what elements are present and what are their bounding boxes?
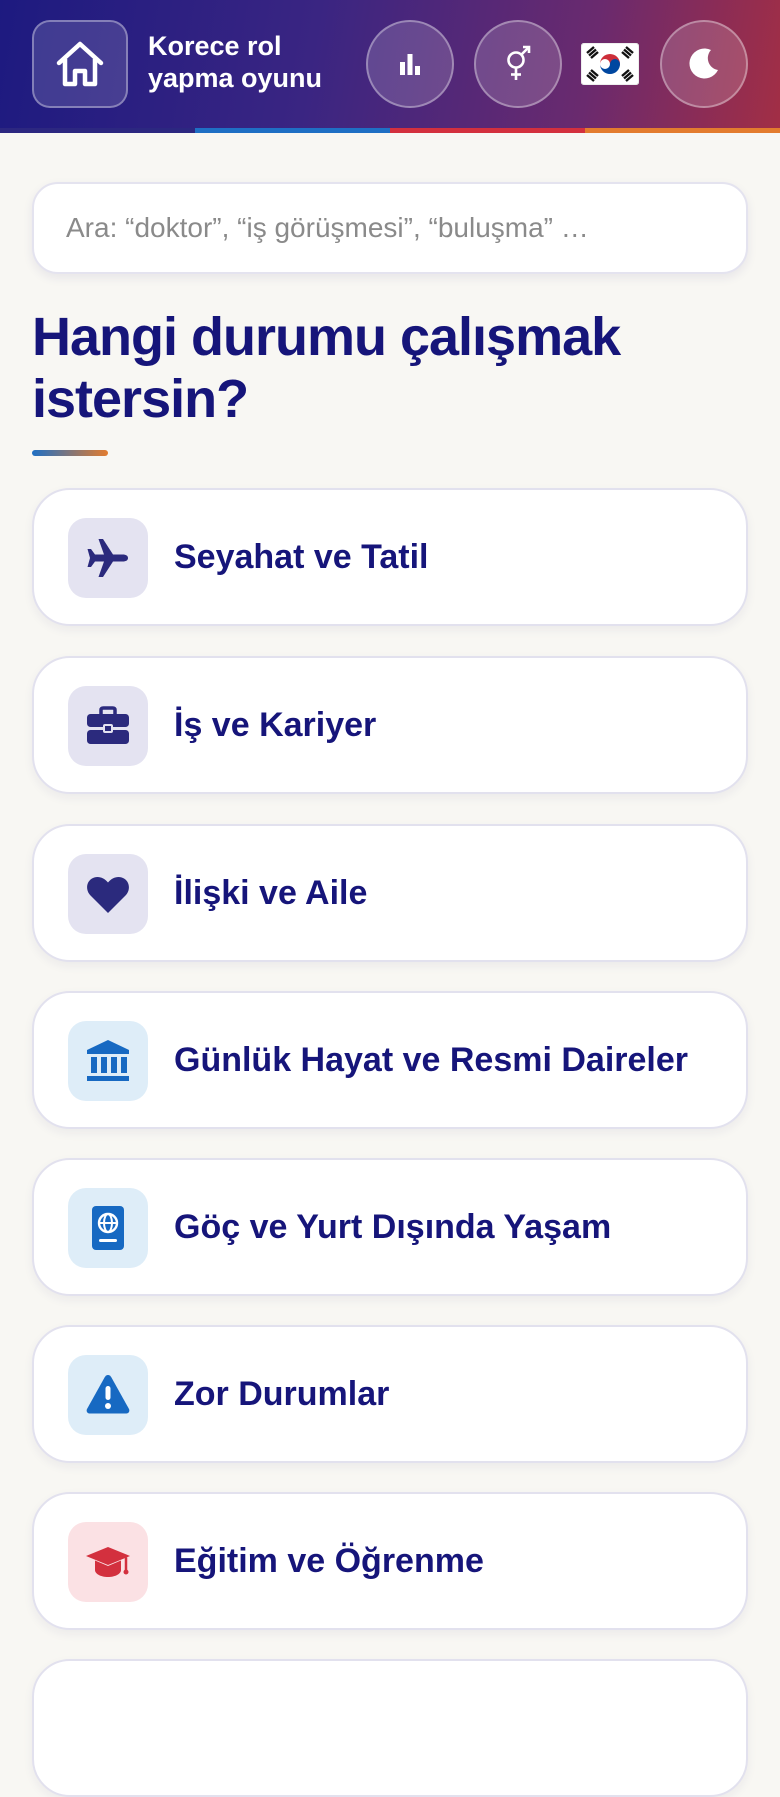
category-card-daily-life[interactable]: Günlük Hayat ve Resmi Daireler: [32, 991, 748, 1129]
category-icon-box: [68, 1355, 148, 1435]
category-icon-box: [68, 1021, 148, 1101]
airplane-icon: [87, 539, 128, 577]
korea-flag-icon: [581, 43, 639, 85]
bank-icon: [87, 1040, 129, 1081]
category-card-career[interactable]: İş ve Kariyer: [32, 656, 748, 794]
graduation-cap-icon: [86, 1547, 130, 1577]
category-card-family[interactable]: İlişki ve Aile: [32, 824, 748, 962]
category-label: Zor Durumlar: [174, 1374, 390, 1413]
header-color-stripe: [0, 128, 780, 133]
category-icon-box: [68, 1188, 148, 1268]
gender-icon: [507, 45, 531, 80]
heart-icon: [87, 876, 129, 913]
category-icon-box: [68, 854, 148, 934]
home-icon: [56, 41, 104, 87]
app-header: Korece rol yapma oyunu: [0, 0, 780, 130]
dark-mode-button[interactable]: [660, 20, 748, 108]
app-title: Korece rol yapma oyunu: [148, 30, 348, 94]
passport-icon: [92, 1206, 124, 1250]
stats-button[interactable]: [366, 20, 454, 108]
category-label: Seyahat ve Tatil: [174, 537, 429, 576]
category-card-difficult-situations[interactable]: Zor Durumlar: [32, 1325, 748, 1463]
category-card-partial[interactable]: [32, 1659, 748, 1797]
warning-icon: [86, 1375, 130, 1414]
category-label: İş ve Kariyer: [174, 705, 377, 744]
app-title-line-1: Korece rol: [148, 31, 282, 61]
stripe-segment-3: [390, 128, 585, 133]
stripe-segment-1: [0, 128, 195, 133]
bar-chart-icon: [400, 54, 420, 75]
category-card-immigration[interactable]: Göç ve Yurt Dışında Yaşam: [32, 1158, 748, 1296]
stripe-segment-2: [195, 128, 390, 133]
home-button[interactable]: [32, 20, 128, 108]
category-label: Günlük Hayat ve Resmi Daireler: [174, 1040, 689, 1079]
briefcase-icon: [87, 706, 129, 744]
moon-icon: [689, 48, 718, 79]
category-icon-box: [68, 518, 148, 598]
title-underline: [32, 450, 108, 456]
category-label: Göç ve Yurt Dışında Yaşam: [174, 1207, 612, 1246]
category-icon-box: [68, 686, 148, 766]
stripe-segment-4: [585, 128, 780, 133]
category-label: Eğitim ve Öğrenme: [174, 1541, 484, 1580]
gender-button[interactable]: [474, 20, 562, 108]
app-title-line-2: yapma oyunu: [148, 63, 323, 93]
page-title: Hangi durumu çalışmak istersin?: [32, 307, 621, 429]
category-card-travel[interactable]: Seyahat ve Tatil: [32, 488, 748, 626]
search-input[interactable]: [32, 182, 748, 274]
category-card-education[interactable]: Eğitim ve Öğrenme: [32, 1492, 748, 1630]
category-label: İlişki ve Aile: [174, 873, 368, 912]
category-icon-box: [68, 1522, 148, 1602]
language-flag-button[interactable]: [580, 36, 640, 92]
